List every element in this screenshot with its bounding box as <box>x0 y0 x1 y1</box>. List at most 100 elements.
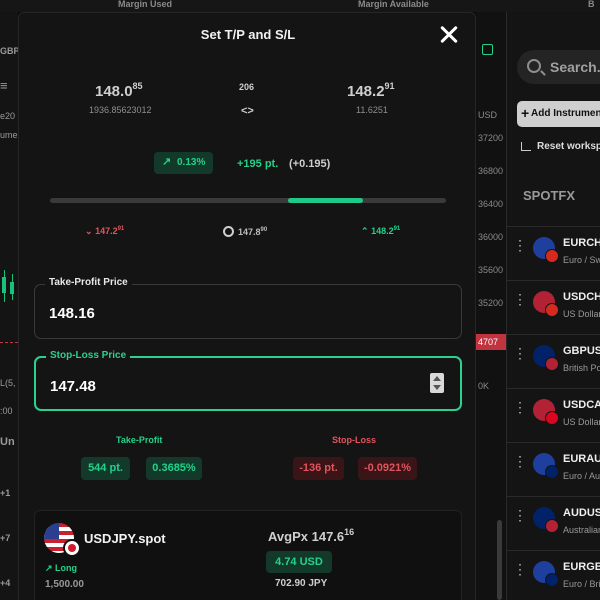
more-options-icon[interactable]: ⋮ <box>513 454 527 473</box>
ask-price: 148.291 <box>347 81 395 100</box>
more-options-icon[interactable]: ⋮ <box>513 400 527 419</box>
stepper-down-icon[interactable] <box>433 385 441 390</box>
chart-icon <box>521 142 531 151</box>
bid-sub-value: 1936.85623012 <box>89 105 152 115</box>
pnl-jpy: 702.90 JPY <box>275 578 328 589</box>
candle <box>2 277 6 293</box>
position-quantity: 1,500.00 <box>45 579 84 590</box>
change-absolute: (+0.195) <box>289 158 331 170</box>
position-side: ↗ Long <box>45 563 78 573</box>
chart-checkbox[interactable] <box>482 44 493 55</box>
plus-icon: + <box>521 105 530 121</box>
section-title: SPOTFX <box>523 188 576 203</box>
quote-flag-icon <box>545 357 559 371</box>
average-price: AvgPx 147.616 <box>268 527 355 544</box>
watchlist-item[interactable]: ⋮ GBPUSD British Pound / US Dollar <box>507 334 600 388</box>
watchlist-symbol: USDCHF <box>563 291 600 303</box>
take-profit-label: Take-Profit Price <box>45 277 132 288</box>
position-card: USDJPY.spot ↗ Long 1,500.00 AvgPx 147.61… <box>34 510 462 600</box>
watchlist-panel: Search... + Add Instrument Reset workspa… <box>506 12 600 600</box>
instrument-search[interactable]: Search... <box>517 50 600 84</box>
tp-points-badge: 544 pt. <box>81 457 130 480</box>
change-percent-badge: ↗ 0.13% <box>154 152 213 174</box>
more-options-icon[interactable]: ⋮ <box>513 346 527 365</box>
stop-loss-input[interactable] <box>50 375 410 397</box>
quote-flag-icon <box>545 303 559 317</box>
stop-loss-stepper[interactable] <box>430 373 444 393</box>
watchlist-item[interactable]: ⋮ EURAUD Euro / Australian Dollar <box>507 442 600 496</box>
dialog-scrollbar[interactable] <box>497 520 502 600</box>
circle-icon <box>223 226 234 237</box>
quote-flag-icon <box>545 573 559 587</box>
watchlist-name: British Pound / US Dollar <box>563 363 600 373</box>
price-axis: USD 37200 36800 36400 36000 35600 35200 … <box>476 12 506 600</box>
watchlist-item[interactable]: ⋮ USDCAD US Dollar / Canadian Dollar <box>507 388 600 442</box>
more-options-icon[interactable]: ⋮ <box>513 562 527 581</box>
daily-range-fill <box>287 198 363 203</box>
more-options-icon[interactable]: ⋮ <box>513 508 527 527</box>
stop-loss-field[interactable]: Stop-Loss Price <box>34 350 462 411</box>
sl-points-badge: -136 pt. <box>293 457 344 480</box>
watchlist-symbol: EURGBP <box>563 561 600 573</box>
sl-result-title: Stop-Loss <box>332 435 376 445</box>
watchlist-symbol: EURAUD <box>563 453 600 465</box>
quote-flag-icon <box>545 519 559 533</box>
bid-price: 148.085 <box>95 81 143 100</box>
current-price-tag: 4707 <box>476 334 506 350</box>
tp-sl-dialog: Set T/P and S/L 148.085 1936.85623012 20… <box>18 12 476 600</box>
change-points: +195 pt. <box>237 158 279 170</box>
watchlist-name: Euro / British Pound <box>563 579 600 589</box>
candle <box>10 282 14 294</box>
jp-flag-icon <box>63 539 81 557</box>
daily-range-bar <box>50 198 446 203</box>
quote-flag-icon <box>545 249 559 263</box>
watchlist-item[interactable]: ⋮ EURCHF Euro / Swiss Franc <box>507 226 600 280</box>
watchlist-item[interactable]: ⋮ USDCHF US Dollar / Swiss Franc <box>507 280 600 334</box>
arrow-up-right-icon: ↗ <box>162 156 172 168</box>
take-profit-input[interactable] <box>49 302 409 324</box>
double-chevron-up-icon: ⌃ <box>361 226 369 236</box>
reset-workspace-button[interactable]: Reset workspace <box>521 141 600 152</box>
chart-panel-edge: GBP ≡ e20 ume L(5, :00 Un +1 +7 +4 <box>0 12 18 600</box>
watchlist-symbol: EURCHF <box>563 237 600 249</box>
pnl-usd-badge: 4.74 USD <box>266 551 332 573</box>
watchlist-name: US Dollar / Canadian Dollar <box>563 417 600 427</box>
search-placeholder: Search... <box>550 59 600 75</box>
swap-arrows-icon[interactable]: <> <box>241 105 254 117</box>
more-options-icon[interactable]: ⋮ <box>513 292 527 311</box>
range-high: ⌃ 148.291 <box>361 226 401 236</box>
search-icon <box>527 59 541 73</box>
margin-used-label: Margin Used <box>118 0 173 9</box>
watchlist-item[interactable]: ⋮ EURGBP Euro / British Pound <box>507 550 600 600</box>
close-icon[interactable] <box>437 23 461 47</box>
watchlist-symbol: USDCAD <box>563 399 600 411</box>
watchlist-name: Euro / Swiss Franc <box>563 255 600 265</box>
price-line <box>0 342 18 343</box>
range-current: 147.890 <box>223 226 267 237</box>
margin-available-label: Margin Available <box>358 0 429 9</box>
watchlist-symbol: AUDUSD <box>563 507 600 519</box>
watchlist-name: US Dollar / Swiss Franc <box>563 309 600 319</box>
stop-loss-label: Stop-Loss Price <box>46 350 131 361</box>
dialog-title: Set T/P and S/L <box>200 27 296 42</box>
range-low: ⌄ 147.291 <box>85 226 125 236</box>
take-profit-field[interactable]: Take-Profit Price <box>34 277 462 339</box>
position-symbol: USDJPY.spot <box>84 531 166 546</box>
quote-flag-icon <box>545 465 559 479</box>
ask-sub-value: 11.6251 <box>356 105 388 115</box>
arrow-up-right-icon: ↗ <box>45 563 56 573</box>
watchlist-name: Euro / Australian Dollar <box>563 471 600 481</box>
account-summary-bar: Margin Used Margin Available B <box>0 0 600 12</box>
add-instrument-button[interactable]: + Add Instrument <box>517 101 600 127</box>
menu-icon[interactable]: ≡ <box>0 78 8 93</box>
watchlist-item[interactable]: ⋮ AUDUSD Australian Dollar / US Dollar <box>507 496 600 550</box>
balance-label: B <box>588 0 595 9</box>
more-options-icon[interactable]: ⋮ <box>513 238 527 257</box>
spread-value: 206 <box>239 82 255 92</box>
stepper-up-icon[interactable] <box>433 376 441 381</box>
quote-flag-icon <box>545 411 559 425</box>
watchlist-symbol: GBPUSD <box>563 345 600 357</box>
double-chevron-down-icon: ⌄ <box>85 226 93 236</box>
tp-result-title: Take-Profit <box>116 435 163 445</box>
tp-percent-badge: 0.3685% <box>146 457 202 480</box>
